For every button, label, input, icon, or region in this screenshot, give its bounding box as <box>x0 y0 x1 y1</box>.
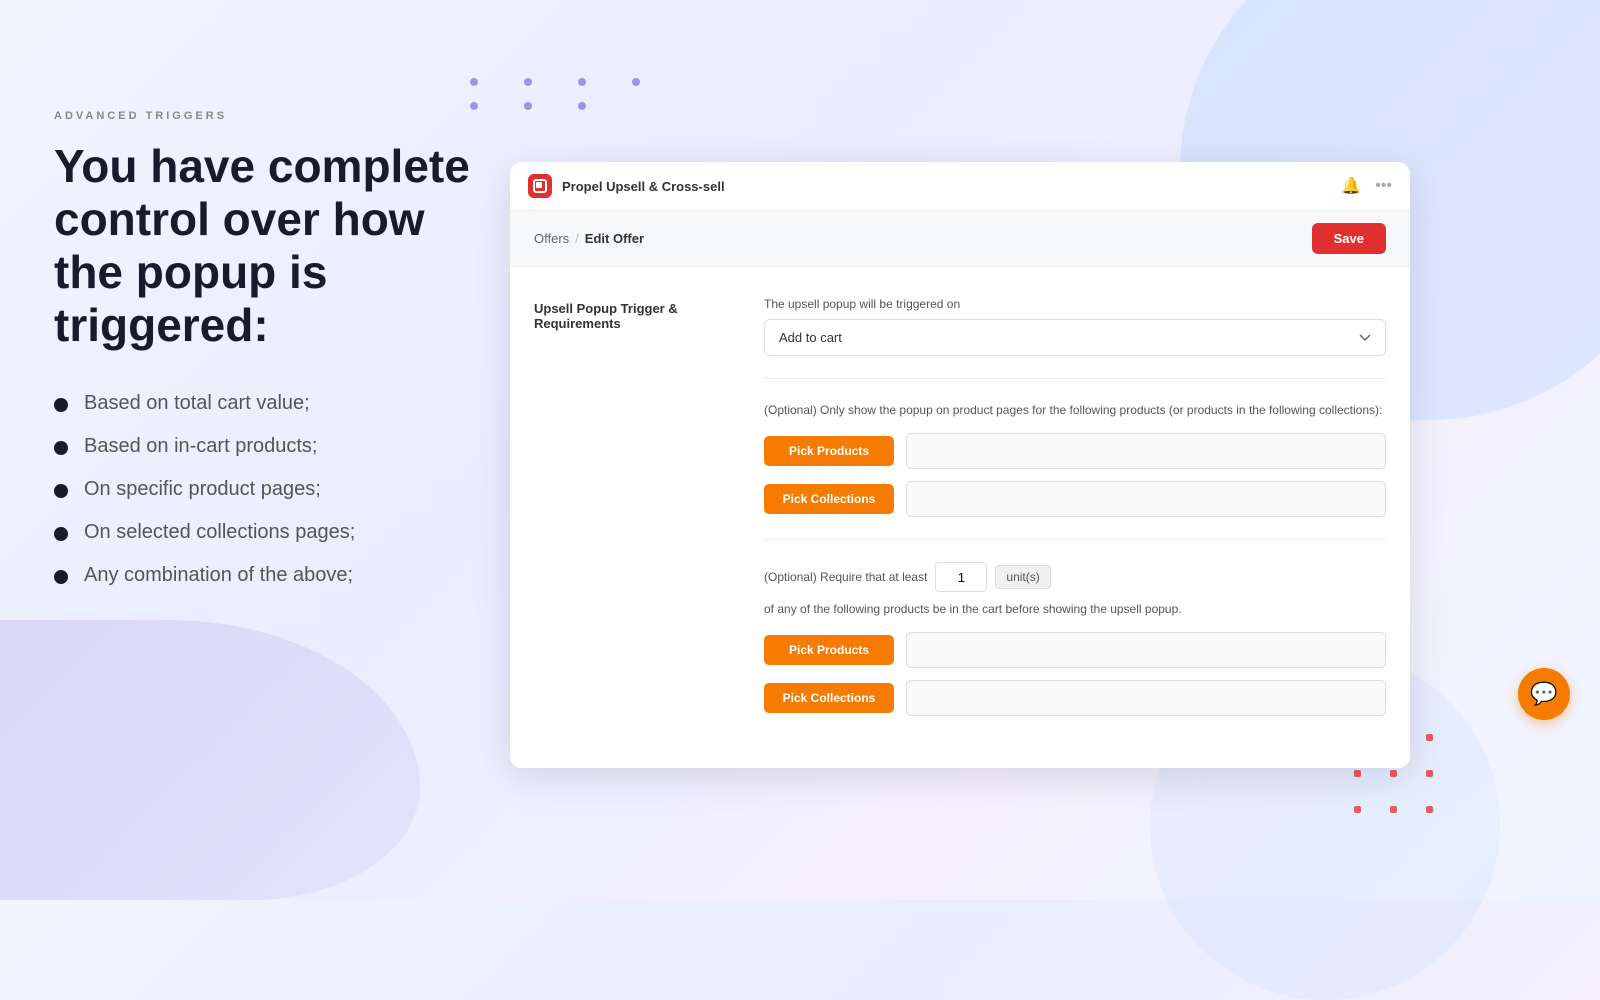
breadcrumb-current: Edit Offer <box>585 231 644 246</box>
section-label: Upsell Popup Trigger & Requirements <box>534 297 734 331</box>
titlebar-left: Propel Upsell & Cross-sell <box>528 174 725 198</box>
optional-desc-2: of any of the following products be in t… <box>764 600 1386 618</box>
trigger-select[interactable]: Add to cart Page view Exit intent <box>764 319 1386 356</box>
breadcrumb: Offers / Edit Offer <box>534 231 644 246</box>
unit-badge: unit(s) <box>995 565 1050 589</box>
save-button[interactable]: Save <box>1312 223 1386 254</box>
more-icon[interactable]: ••• <box>1375 177 1392 195</box>
breadcrumb-parent[interactable]: Offers <box>534 231 569 246</box>
optional-section-1: (Optional) Only show the popup on produc… <box>764 401 1386 517</box>
pick-products-input-1[interactable] <box>906 433 1386 469</box>
require-prefix: (Optional) Require that at least <box>764 570 927 584</box>
bullet-dot <box>54 527 68 541</box>
require-row: (Optional) Require that at least unit(s) <box>764 562 1386 592</box>
pick-collections-button-2[interactable]: Pick Collections <box>764 683 894 713</box>
bg-purple-blob <box>0 620 420 900</box>
left-panel: ADVANCED TRIGGERS You have complete cont… <box>54 110 484 587</box>
pick-collections-row-1: Pick Collections <box>764 481 1386 517</box>
optional-section-2: (Optional) Require that at least unit(s)… <box>764 562 1386 716</box>
app-icon-inner <box>533 179 547 193</box>
section-content: The upsell popup will be triggered on Ad… <box>764 297 1386 738</box>
bell-icon[interactable]: 🔔 <box>1341 176 1361 196</box>
app-title: Propel Upsell & Cross-sell <box>562 179 725 194</box>
purple-dots-decoration <box>470 78 640 110</box>
pick-products-input-2[interactable] <box>906 632 1386 668</box>
trigger-label: The upsell popup will be triggered on <box>764 297 1386 311</box>
list-item: Any combination of the above; <box>54 564 484 587</box>
pick-collections-input-1[interactable] <box>906 481 1386 517</box>
app-icon <box>528 174 552 198</box>
app-window: Propel Upsell & Cross-sell 🔔 ••• Offers … <box>510 162 1410 768</box>
titlebar-right: 🔔 ••• <box>1341 176 1392 196</box>
window-titlebar: Propel Upsell & Cross-sell 🔔 ••• <box>510 162 1410 211</box>
section-eyebrow: ADVANCED TRIGGERS <box>54 110 484 122</box>
pick-products-row-1: Pick Products <box>764 433 1386 469</box>
trigger-section: The upsell popup will be triggered on Ad… <box>764 297 1386 356</box>
quantity-input[interactable] <box>935 562 987 592</box>
list-item: On specific product pages; <box>54 478 484 501</box>
list-item: Based on total cart value; <box>54 392 484 415</box>
pick-products-button-1[interactable]: Pick Products <box>764 436 894 466</box>
divider-1 <box>764 378 1386 379</box>
chat-icon: 💬 <box>1530 681 1557 707</box>
list-item: On selected collections pages; <box>54 521 484 544</box>
main-heading: You have complete control over how the p… <box>54 140 484 352</box>
bullet-dot <box>54 441 68 455</box>
bullet-dot <box>54 398 68 412</box>
pick-collections-row-2: Pick Collections <box>764 680 1386 716</box>
pick-products-button-2[interactable]: Pick Products <box>764 635 894 665</box>
pick-products-row-2: Pick Products <box>764 632 1386 668</box>
optional-desc-1: (Optional) Only show the popup on produc… <box>764 401 1386 419</box>
list-item: Based on in-cart products; <box>54 435 484 458</box>
feature-list: Based on total cart value; Based on in-c… <box>54 392 484 587</box>
divider-2 <box>764 539 1386 540</box>
bullet-dot <box>54 484 68 498</box>
pick-collections-button-1[interactable]: Pick Collections <box>764 484 894 514</box>
pick-collections-input-2[interactable] <box>906 680 1386 716</box>
breadcrumb-bar: Offers / Edit Offer Save <box>510 211 1410 267</box>
breadcrumb-separator: / <box>575 231 579 246</box>
chat-button[interactable]: 💬 <box>1518 668 1570 720</box>
main-section-row: Upsell Popup Trigger & Requirements The … <box>534 297 1386 738</box>
bullet-dot <box>54 570 68 584</box>
content-area: Upsell Popup Trigger & Requirements The … <box>510 267 1410 768</box>
